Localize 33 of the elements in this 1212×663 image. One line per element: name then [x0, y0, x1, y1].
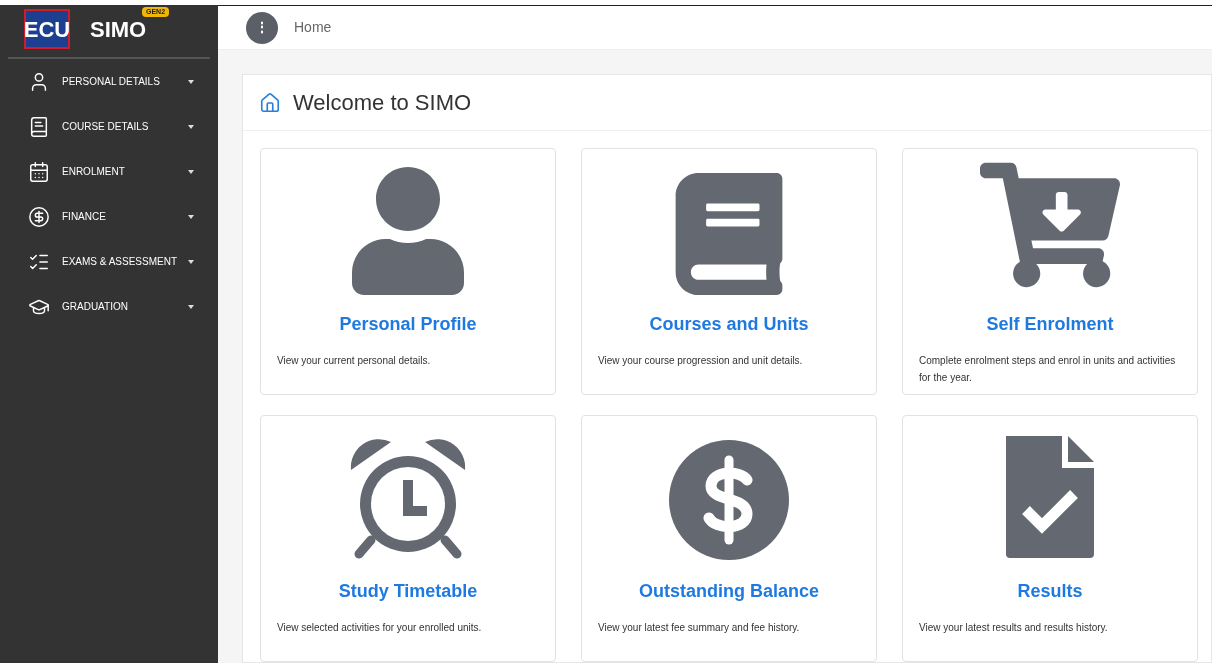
menu-button[interactable]: ⋮ — [246, 11, 278, 44]
sidebar-item[interactable]: FINANCE — [0, 194, 218, 239]
dashboard-card[interactable]: Results View your latest results and results history. — [902, 415, 1198, 662]
sidebar-item[interactable]: EXAMS & ASSESSMENT — [0, 239, 218, 284]
sidebar-item[interactable]: ENROLMENT — [0, 149, 218, 194]
sidebar-item[interactable]: PERSONAL DETAILS — [0, 59, 218, 104]
dollar-coin-icon — [667, 438, 791, 562]
card-title[interactable]: Results — [903, 578, 1197, 605]
card-title[interactable]: Study Timetable — [261, 578, 555, 605]
card-description: View your current personal details. — [276, 354, 432, 368]
card-title[interactable]: Outstanding Balance — [582, 578, 876, 605]
card-description: View your course progression and unit details. — [597, 354, 804, 368]
card-title[interactable]: Courses and Units — [582, 311, 876, 338]
dashboard-card[interactable]: Courses and Units View your course progression and unit details. — [581, 148, 877, 395]
dashboard-card[interactable]: Personal Profile View your current personal details. — [260, 148, 556, 395]
card-description: Complete enrolment steps and enrol in units and activities for the year. — [918, 354, 1177, 385]
calendar-icon — [28, 160, 50, 183]
book-icon — [28, 115, 50, 138]
card-description: View your latest results and results history. — [918, 621, 1109, 635]
app-title: SIMO — [90, 16, 147, 42]
panel-title: Welcome to SIMO — [293, 89, 472, 117]
dashboard-card[interactable]: Self Enrolment Complete enrolment steps and enrol in units and activities for the year. — [902, 148, 1198, 395]
sidebar-item[interactable]: GRADUATION — [0, 284, 218, 329]
card-description: View your latest fee summary and fee history. — [597, 621, 801, 635]
breadcrumb[interactable]: Home — [294, 17, 332, 38]
dollar-icon — [28, 205, 50, 228]
dashboard-card[interactable]: Study Timetable View selected activities for your enrolled units. — [260, 415, 556, 662]
home-icon — [259, 91, 281, 114]
dashboard-card[interactable]: Outstanding Balance View your latest fee summary and fee history. — [581, 415, 877, 662]
sidebar-item[interactable]: COURSE DETAILS — [0, 104, 218, 149]
card-description: View selected activities for your enrolled units. — [276, 621, 483, 635]
card-title[interactable]: Self Enrolment — [903, 311, 1197, 338]
card-title[interactable]: Personal Profile — [261, 311, 555, 338]
